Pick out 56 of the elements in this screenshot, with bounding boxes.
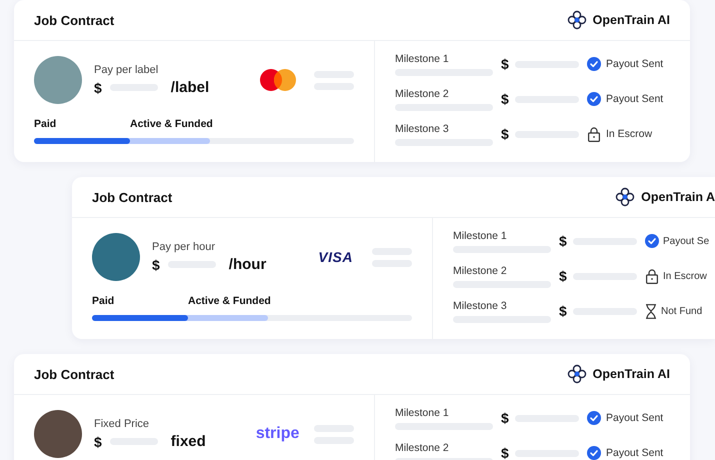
progress-label: Paid (92, 295, 114, 307)
milestone-status: Not Fund (661, 306, 702, 316)
brand-name: OpenTrain AI (592, 13, 670, 27)
brand-logo-icon (566, 364, 587, 384)
hourglass-icon (645, 304, 657, 318)
pay-type-label: Pay per label (94, 64, 160, 76)
milestone-status: In Escrow (663, 270, 707, 282)
currency-sign: $ (152, 256, 160, 272)
card-title: Job Contract (92, 190, 172, 204)
rate-unit: fixed (170, 433, 206, 450)
milestone-status: Payout Sent (606, 58, 664, 70)
pay-type-label: Pay per hour (152, 241, 216, 253)
milestone-status: Payout Sent (606, 412, 664, 424)
currency-sign: $ (501, 126, 509, 142)
milestone-label: Milestone 2 (395, 88, 450, 100)
card-title: Job Contract (34, 12, 114, 28)
rate-unit: /label (170, 79, 210, 96)
milestone-label: Milestone 2 (453, 264, 508, 276)
lock-icon (645, 268, 659, 284)
brand-name: OpenTrain AI (592, 367, 670, 381)
brand-logo-icon (615, 187, 636, 207)
payment-brand-logo: VISA (318, 249, 353, 265)
currency-sign: $ (94, 434, 102, 450)
progress-label: Active & Funded (130, 118, 213, 130)
milestone-label: Milestone 3 (453, 300, 508, 312)
progress-label: Paid (34, 118, 56, 130)
currency-sign: $ (501, 445, 509, 460)
milestone-status: Payout Sent (606, 447, 664, 459)
milestone-status: Payout Sent (606, 93, 664, 105)
check-circle-icon (645, 234, 659, 248)
milestone-status: In Escrow (606, 128, 652, 140)
milestone-label: Milestone 3 (395, 122, 450, 134)
milestone-label: Milestone 1 (395, 52, 450, 64)
progress-label: Active & Funded (188, 295, 271, 307)
currency-sign: $ (501, 56, 509, 72)
currency-sign: $ (559, 303, 567, 319)
check-circle-icon (587, 411, 601, 425)
card-brand-icon (258, 68, 297, 92)
currency-sign: $ (94, 80, 102, 96)
milestone-label: Milestone 1 (395, 406, 450, 418)
pay-type-label: Fixed Price (94, 418, 150, 430)
brand-logo-icon (566, 10, 587, 30)
lock-icon (587, 126, 601, 142)
milestone-label: Milestone 2 (395, 442, 450, 454)
currency-sign: $ (501, 410, 509, 426)
milestone-label: Milestone 1 (453, 230, 508, 242)
check-circle-icon (587, 92, 601, 106)
rate-unit: /hour (228, 256, 266, 273)
currency-sign: $ (501, 91, 509, 107)
currency-sign: $ (559, 268, 567, 284)
brand-name: OpenTrain A (641, 190, 715, 204)
card-title: Job Contract (34, 366, 114, 382)
milestone-status: Payout Se (663, 236, 710, 246)
currency-sign: $ (559, 233, 567, 249)
payment-brand-logo: stripe (256, 425, 300, 443)
check-circle-icon (587, 57, 601, 71)
